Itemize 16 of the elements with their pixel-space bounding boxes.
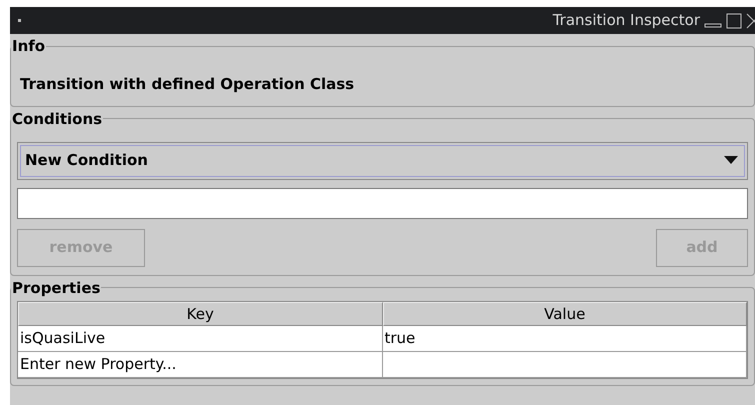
- window-title: Transition Inspector: [552, 10, 700, 32]
- group-title: Properties: [11, 278, 102, 296]
- column-header[interactable]: Key: [18, 302, 382, 326]
- maximize-icon[interactable]: [726, 12, 742, 28]
- group-title: Conditions: [11, 110, 104, 128]
- table-cell[interactable]: [382, 352, 747, 378]
- column-header[interactable]: Value: [382, 302, 747, 326]
- group-title: Info: [11, 37, 46, 55]
- table-cell[interactable]: isQuasiLive: [18, 326, 382, 352]
- condition-dropdown[interactable]: New Condition: [17, 142, 748, 180]
- info-text: Transition with defined Operation Class: [19, 74, 356, 95]
- condition-input[interactable]: [17, 188, 748, 218]
- dropdown-value: New Condition: [25, 150, 148, 172]
- table-cell[interactable]: Enter new Property...: [18, 352, 382, 378]
- caret-icon: [724, 156, 738, 165]
- table-cell[interactable]: true: [382, 326, 747, 352]
